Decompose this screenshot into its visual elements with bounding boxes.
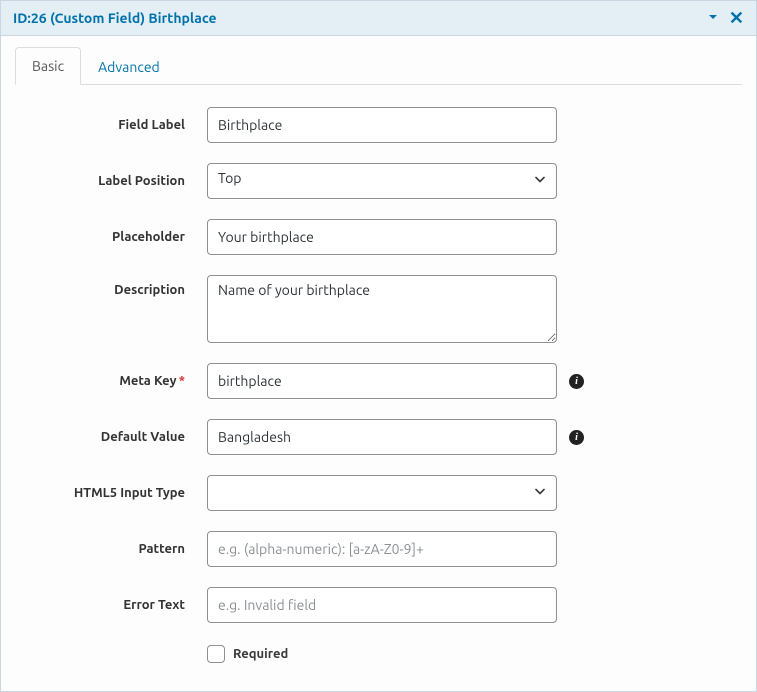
label-html5-input-type: HTML5 Input Type [15, 486, 207, 500]
row-default-value: Default Value i [15, 419, 742, 455]
row-error-text: Error Text [15, 587, 742, 623]
checkbox-required[interactable] [207, 645, 225, 663]
collapse-icon[interactable] [707, 11, 719, 25]
input-meta-key[interactable] [207, 363, 557, 399]
label-field-label: Field Label [15, 118, 207, 132]
row-html5-input-type: HTML5 Input Type [15, 475, 742, 511]
label-pattern: Pattern [15, 542, 207, 556]
input-default-value[interactable] [207, 419, 557, 455]
row-pattern: Pattern [15, 531, 742, 567]
select-html5-input-type[interactable] [207, 475, 557, 511]
select-label-position[interactable]: Top [207, 163, 557, 199]
info-icon[interactable]: i [569, 430, 584, 445]
tabs: Basic Advanced [15, 46, 742, 85]
row-meta-key: Meta Key* i [15, 363, 742, 399]
input-description[interactable] [207, 275, 557, 343]
label-meta-key: Meta Key* [15, 374, 207, 388]
label-default-value: Default Value [15, 430, 207, 444]
row-required: Required [15, 643, 742, 663]
panel-title: ID:26 (Custom Field) Birthplace [13, 10, 707, 26]
input-error-text[interactable] [207, 587, 557, 623]
field-settings-panel: ID:26 (Custom Field) Birthplace ✕ Basic … [0, 0, 757, 692]
panel-header-actions: ✕ [707, 9, 744, 27]
panel-header: ID:26 (Custom Field) Birthplace ✕ [1, 1, 756, 36]
row-placeholder: Placeholder [15, 219, 742, 255]
close-icon[interactable]: ✕ [729, 9, 744, 27]
input-field-label[interactable] [207, 107, 557, 143]
row-description: Description [15, 275, 742, 343]
label-error-text: Error Text [15, 598, 207, 612]
input-pattern[interactable] [207, 531, 557, 567]
label-placeholder: Placeholder [15, 230, 207, 244]
panel-body: Basic Advanced Field Label Label Positio… [1, 36, 756, 691]
info-icon[interactable]: i [569, 374, 584, 389]
row-field-label: Field Label [15, 107, 742, 143]
input-placeholder[interactable] [207, 219, 557, 255]
select-html5-input-type-value [207, 475, 557, 511]
tab-advanced[interactable]: Advanced [81, 48, 177, 85]
select-label-position-value: Top [207, 163, 557, 199]
tab-basic[interactable]: Basic [15, 47, 81, 85]
required-asterisk: * [179, 374, 185, 388]
row-label-position: Label Position Top [15, 163, 742, 199]
form-basic: Field Label Label Position Top P [15, 107, 742, 663]
label-required: Required [233, 647, 288, 661]
label-description: Description [15, 275, 207, 297]
label-meta-key-text: Meta Key [119, 374, 176, 388]
label-label-position: Label Position [15, 174, 207, 188]
